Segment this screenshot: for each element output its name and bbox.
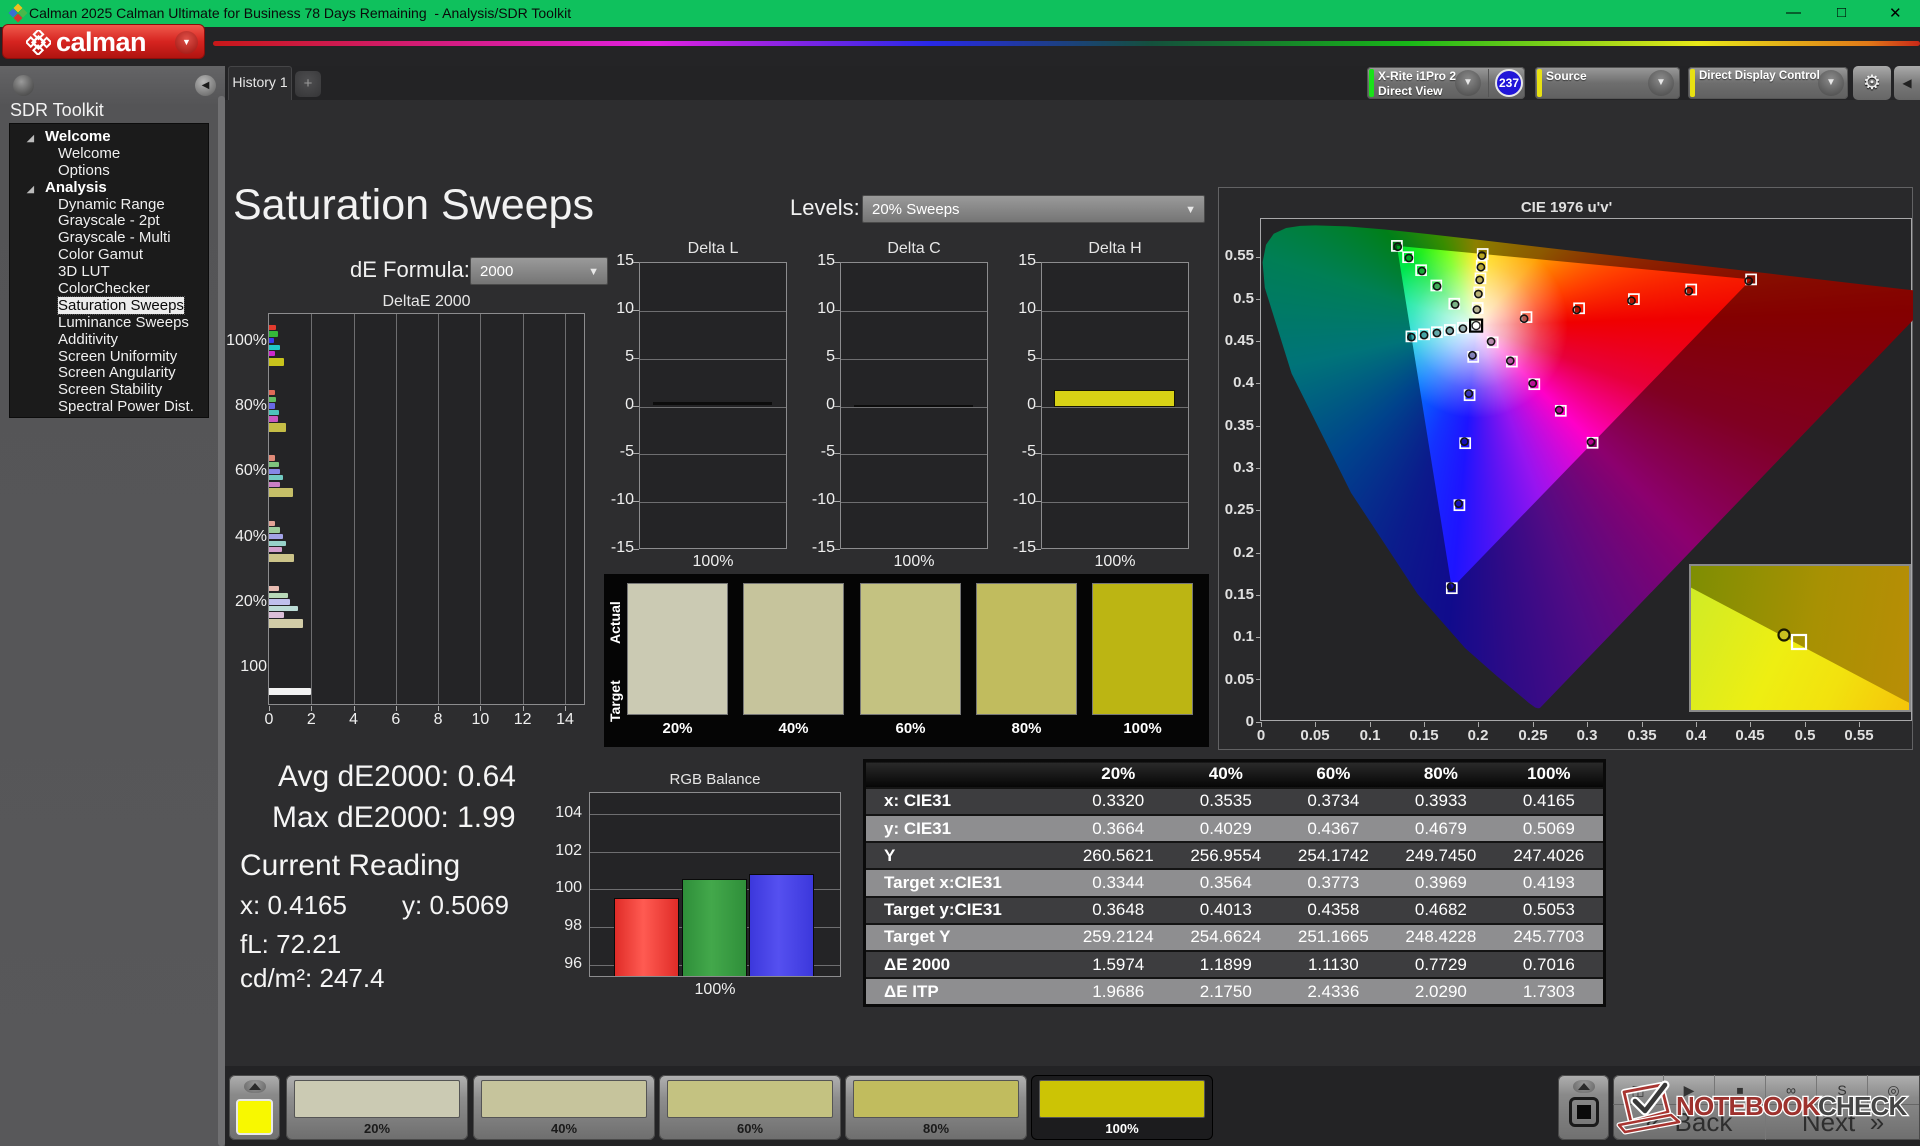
svg-text:CHECK: CHECK (1818, 1091, 1907, 1121)
svg-text:NOTEBOOK: NOTEBOOK (1676, 1091, 1821, 1121)
